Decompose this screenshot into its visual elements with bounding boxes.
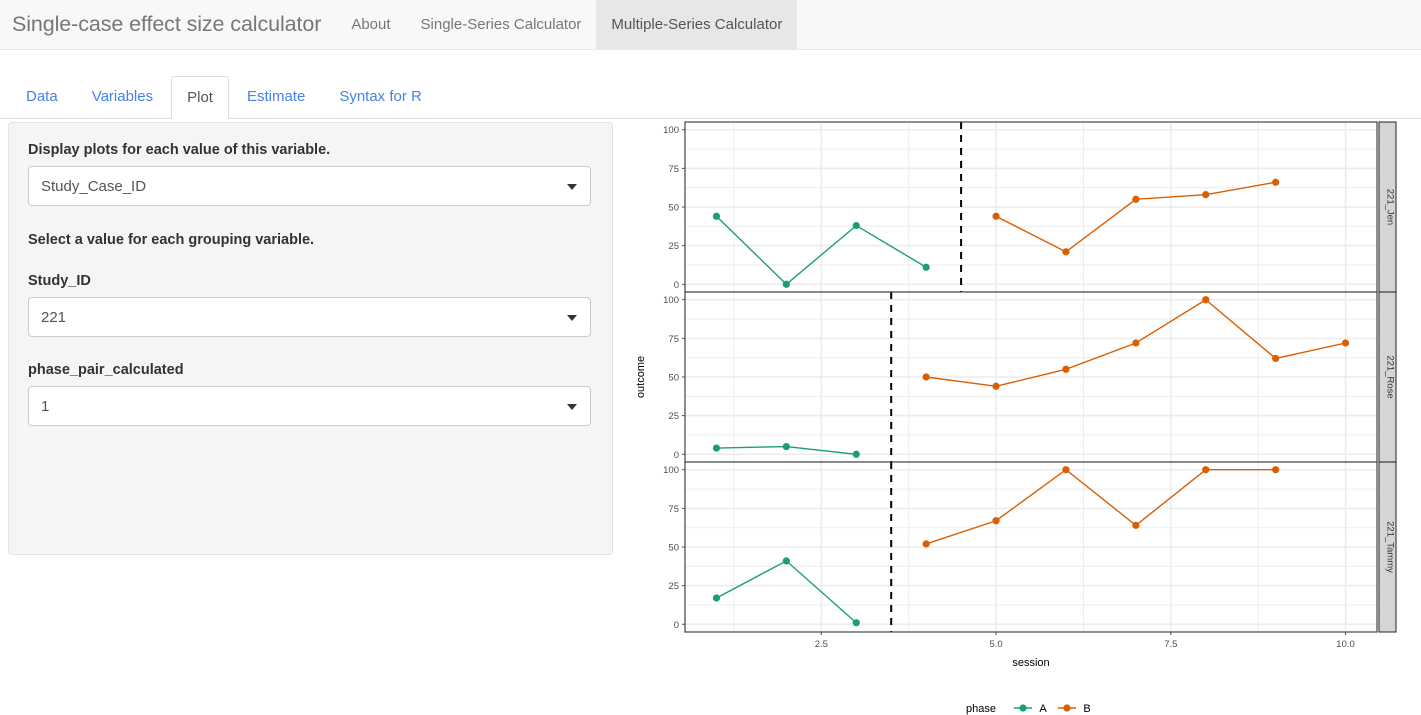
x-axis-tick-label: 2.5 xyxy=(815,639,828,650)
tab-list: Data Variables Plot Estimate Syntax for … xyxy=(10,75,440,119)
study-id-select[interactable]: 221 xyxy=(28,297,591,337)
legend-key-point-A xyxy=(1019,704,1027,712)
app-brand-title[interactable]: Single-case effect size calculator xyxy=(0,0,336,49)
y-axis-tick-label: 50 xyxy=(668,543,679,554)
y-axis-tick-label: 100 xyxy=(663,125,679,136)
data-point-phase-A xyxy=(922,263,930,271)
data-point-phase-B xyxy=(1341,339,1350,347)
data-point-phase-B xyxy=(1272,466,1280,474)
facet-panel-221_jen: 0 25 50 75 100 221_Jen xyxy=(663,121,1397,293)
x-axis-tick-label: 5.0 xyxy=(989,639,1002,650)
facet-variable-select[interactable]: Study_Case_ID xyxy=(28,166,591,206)
facet-variable-select-value: Study_Case_ID xyxy=(41,177,147,195)
legend-title: phase xyxy=(966,703,996,715)
data-point-phase-A xyxy=(712,594,721,602)
y-axis-tick-label: 25 xyxy=(668,411,679,422)
data-point-phase-A xyxy=(782,280,790,288)
y-axis-tick-label: 100 xyxy=(663,465,679,476)
chevron-down-icon xyxy=(567,404,577,410)
data-point-phase-B xyxy=(1062,466,1070,474)
grouping-variable-label: Select a value for each grouping variabl… xyxy=(28,232,315,248)
x-axis-tick-label: 7.5 xyxy=(1164,639,1177,650)
data-point-phase-B xyxy=(1132,195,1140,203)
tab-estimate[interactable]: Estimate xyxy=(231,75,321,118)
outcome-by-session-faceted-line-chart: 0 25 50 75 100 221_Jen 0 25 50 75 100 221_Rose 0 25 50… xyxy=(635,121,1397,715)
data-point-phase-B xyxy=(1272,178,1280,186)
data-point-phase-B xyxy=(922,373,930,381)
tab-variables[interactable]: Variables xyxy=(76,75,169,118)
data-point-phase-A xyxy=(852,221,860,230)
y-axis-tick-label: 75 xyxy=(668,164,679,175)
nav-item-single-series-calculator[interactable]: Single-Series Calculator xyxy=(406,0,597,49)
y-axis-tick-label: 0 xyxy=(674,280,679,291)
facet-strip-label: 221_Jen xyxy=(1385,189,1396,225)
data-point-phase-B xyxy=(1202,296,1210,304)
facet-panel-221_rose: 0 25 50 75 100 221_Rose xyxy=(663,291,1397,463)
tabset: Data Variables Plot Estimate Syntax for … xyxy=(0,50,1421,119)
data-point-phase-A xyxy=(852,450,860,458)
tab-data[interactable]: Data xyxy=(10,75,74,118)
data-point-phase-A xyxy=(782,557,790,565)
study-id-select-value: 221 xyxy=(41,308,67,326)
phase-pair-calculated-select[interactable]: 1 xyxy=(28,386,591,426)
data-point-phase-A xyxy=(782,442,790,451)
data-point-phase-B xyxy=(992,382,1000,390)
data-point-phase-B xyxy=(1062,365,1070,373)
legend-key-point-B xyxy=(1063,704,1071,712)
legend-label-A: A xyxy=(1039,703,1047,715)
facet-panel-221_tammy: 0 25 50 75 100 221_Tammy xyxy=(663,461,1397,633)
phase-pair-calculated-label: phase_pair_calculated xyxy=(28,362,184,378)
chevron-down-icon xyxy=(567,315,577,321)
y-axis-tick-label: 50 xyxy=(668,373,679,384)
facet-strip-label: 221_Tammy xyxy=(1385,521,1396,573)
data-point-phase-A xyxy=(852,619,860,627)
data-point-phase-B xyxy=(1062,248,1070,256)
legend: phase A B xyxy=(966,703,1091,715)
data-point-phase-B xyxy=(1132,521,1140,529)
data-point-phase-B xyxy=(992,517,1000,525)
chevron-down-icon xyxy=(567,184,577,190)
data-point-phase-B xyxy=(992,212,1000,220)
y-axis-tick-label: 0 xyxy=(674,620,679,631)
data-point-phase-B xyxy=(1272,354,1280,363)
data-point-phase-A xyxy=(712,212,721,220)
facet-variable-label: Display plots for each value of this var… xyxy=(28,142,331,158)
facet-strip-label: 221_Rose xyxy=(1385,355,1396,398)
y-axis-tick-label: 75 xyxy=(668,504,679,515)
nav-item-multiple-series-calculator[interactable]: Multiple-Series Calculator xyxy=(596,0,798,49)
y-axis-tick-label: 50 xyxy=(668,203,679,214)
y-axis-tick-label: 0 xyxy=(674,450,679,461)
tab-plot[interactable]: Plot xyxy=(171,75,229,119)
phase-pair-calculated-select-value: 1 xyxy=(41,397,50,415)
data-point-phase-B xyxy=(1132,339,1140,347)
y-axis-title: outcome xyxy=(635,356,647,398)
y-axis-tick-label: 100 xyxy=(663,295,679,306)
y-axis-tick-label: 25 xyxy=(668,241,679,252)
y-axis-tick-label: 25 xyxy=(668,581,679,592)
x-axis-title: session xyxy=(1012,657,1049,669)
nav-item-about[interactable]: About xyxy=(336,0,405,49)
x-axis-tick-label: 10.0 xyxy=(1336,639,1355,650)
study-id-label: Study_ID xyxy=(28,273,91,289)
legend-label-B: B xyxy=(1083,703,1090,715)
data-point-phase-B xyxy=(1202,191,1210,199)
data-point-phase-A xyxy=(712,444,721,452)
data-point-phase-B xyxy=(922,540,930,548)
y-axis-tick-label: 75 xyxy=(668,334,679,345)
data-point-phase-B xyxy=(1202,466,1210,474)
plot-output: 0 25 50 75 100 221_Jen 0 25 50 75 100 221_Rose 0 25 50… xyxy=(628,110,1421,715)
tab-syntax-for-r[interactable]: Syntax for R xyxy=(323,75,438,118)
sidebar-panel: Display plots for each value of this var… xyxy=(8,122,613,555)
navbar: Single-case effect size calculator About… xyxy=(0,0,1421,50)
